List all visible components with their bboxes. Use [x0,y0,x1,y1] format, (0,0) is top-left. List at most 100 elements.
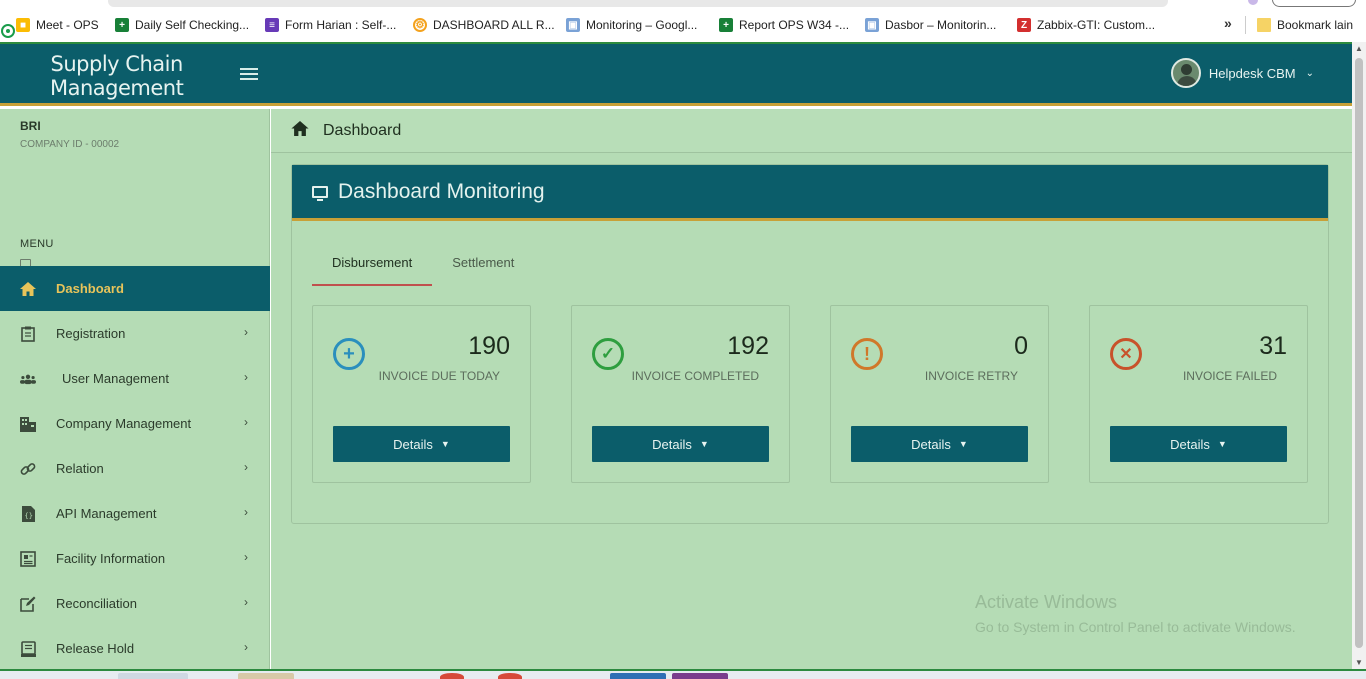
page-title: Dashboard [323,121,402,139]
page-scrollbar[interactable]: ▲ ▼ [1352,42,1366,669]
bookmark-label: DASHBOARD ALL R... [433,18,555,32]
building-icon [20,416,36,432]
more-bookmarks-button[interactable]: » [1224,15,1232,31]
sidebar-item-api-management[interactable]: {} API Management › [0,491,270,536]
sidebar-item-release-hold[interactable]: Release Hold › [0,626,270,671]
stat-value: 0 [1014,332,1028,360]
details-label: Details [911,436,951,452]
sidebar-item-dashboard[interactable]: Dashboard [0,266,270,311]
chevron-down-icon: ▼ [1217,439,1227,449]
newspaper-icon [20,550,36,567]
details-button[interactable]: Details ▼ [333,426,510,462]
company-id-text: COMPANY ID - 00002 [20,139,120,150]
scroll-up-icon[interactable]: ▲ [1355,44,1363,53]
home-icon [20,281,36,297]
tab-settlement[interactable]: Settlement [432,255,534,286]
dashboard-panel: Dashboard Monitoring Disbursement Settle… [291,164,1329,524]
chevron-down-icon: ▼ [958,439,968,449]
taskbar-app[interactable] [610,673,666,679]
watermark-subtitle: Go to System in Control Panel to activat… [975,619,1296,635]
chevron-right-icon: › [244,460,248,474]
sidebar-item-label: Company Management [56,416,192,431]
bookmark-daily-self-checking[interactable]: + Daily Self Checking... [115,16,249,34]
chevron-right-icon: › [244,595,248,609]
bookmark-report-ops[interactable]: + Report OPS W34 -... [719,16,849,34]
sidebar-item-label: Reconciliation [56,596,137,611]
sidebar-item-label: Facility Information [56,551,166,566]
sidebar-item-relation[interactable]: Relation › [0,446,270,491]
details-button[interactable]: Details ▼ [1110,426,1287,462]
stat-value: 192 [727,332,769,360]
taskbar-app[interactable] [238,673,294,679]
plus-circle-icon: + [333,338,365,370]
taskbar-app[interactable] [440,673,464,679]
monitor-icon: ▣ [566,18,580,32]
scroll-down-icon[interactable]: ▼ [1355,658,1363,667]
meet-icon: ■ [16,18,30,32]
other-bookmarks-folder[interactable]: Bookmark lain [1257,16,1353,34]
bookmark-label: Monitoring – Googl... [586,18,698,32]
bookmark-label: Daily Self Checking... [135,18,250,32]
sidebar-item-label: Release Hold [56,641,135,656]
details-button[interactable]: Details ▼ [592,426,769,462]
stat-label: INVOICE COMPLETED [631,369,759,383]
chevron-down-icon: ▼ [699,439,709,449]
edit-icon [20,596,36,612]
chevron-down-icon: ⌄ [1305,67,1314,79]
profile-button[interactable] [1272,0,1356,7]
stat-value: 31 [1259,332,1287,360]
monitor-icon [312,185,328,201]
details-label: Details [393,436,433,452]
sidebar: BRI COMPANY ID - 00002 MENU Dashboard Re… [0,109,270,669]
sidebar-item-facility-information[interactable]: Facility Information › [0,536,270,581]
stat-card-completed: ✓ 192 INVOICE COMPLETED Details ▼ [571,305,790,483]
details-button[interactable]: Details ▼ [851,426,1028,462]
user-menu[interactable]: Helpdesk CBM ⌄ [1170,58,1314,88]
scrollbar-thumb[interactable] [1355,58,1363,648]
stat-value: 190 [468,332,510,360]
bookmark-monitoring-google[interactable]: ▣ Monitoring – Googl... [566,16,697,34]
sidebar-item-company-management[interactable]: Company Management › [0,401,270,446]
app-header: Supply Chain Management Helpdesk CBM ⌄ [0,42,1352,106]
sidebar-item-user-management[interactable]: User Management › [0,356,270,401]
grafana-icon: ⚙ [413,18,427,32]
taskbar-app[interactable] [498,673,522,679]
bookmark-label: Zabbix-GTI: Custom... [1037,18,1156,32]
sidebar-item-label: Registration [56,326,126,341]
sheets-icon: + [115,18,129,32]
sidebar-item-label: Relation [56,461,104,476]
company-info: BRI COMPANY ID - 00002 [20,119,120,267]
bookmark-zabbix[interactable]: Z Zabbix-GTI: Custom... [1017,16,1155,34]
menu-toggle-icon[interactable] [240,68,258,82]
home-icon[interactable] [291,120,309,141]
company-name: BRI [20,119,41,133]
svg-text:{}: {} [24,512,32,520]
bookmark-dashboard-all[interactable]: ⚙ DASHBOARD ALL R... [413,16,555,34]
user-name: Helpdesk CBM [1208,65,1296,81]
sidebar-item-registration[interactable]: Registration › [0,311,270,356]
extension-icon [1248,0,1258,5]
tab-bar: Disbursement Settlement [312,255,534,286]
chevron-right-icon: › [244,640,248,654]
stat-label: INVOICE RETRY [924,369,1018,383]
bookmark-meet-ops[interactable]: ■ Meet - OPS [16,16,99,34]
clipboard-icon [20,326,36,342]
taskbar-app[interactable] [672,673,728,679]
chevron-right-icon: › [244,325,248,339]
exclamation-circle-icon: ! [851,338,883,370]
sidebar-item-label: API Management [56,506,157,521]
stat-label: INVOICE FAILED [1182,369,1277,383]
sheets-icon: + [719,18,733,32]
taskbar-app[interactable] [118,673,188,679]
bookmark-label: Form Harian : Self-... [285,18,397,32]
watermark-title: Activate Windows [975,592,1118,612]
x-circle-icon: ✕ [1110,338,1142,370]
app-logo[interactable]: Supply Chain Management [50,52,184,100]
bookmark-dasbor-monitoring[interactable]: ▣ Dasbor – Monitorin... [865,16,996,34]
bookmark-label: Report OPS W34 -... [739,18,850,32]
sidebar-item-reconciliation[interactable]: Reconciliation › [0,581,270,626]
stat-card-retry: ! 0 INVOICE RETRY Details ▼ [830,305,1049,483]
tab-disbursement[interactable]: Disbursement [312,255,433,286]
company-id: COMPANY ID - 00002 [20,139,120,267]
bookmark-form-harian[interactable]: ≡ Form Harian : Self-... [265,16,396,34]
